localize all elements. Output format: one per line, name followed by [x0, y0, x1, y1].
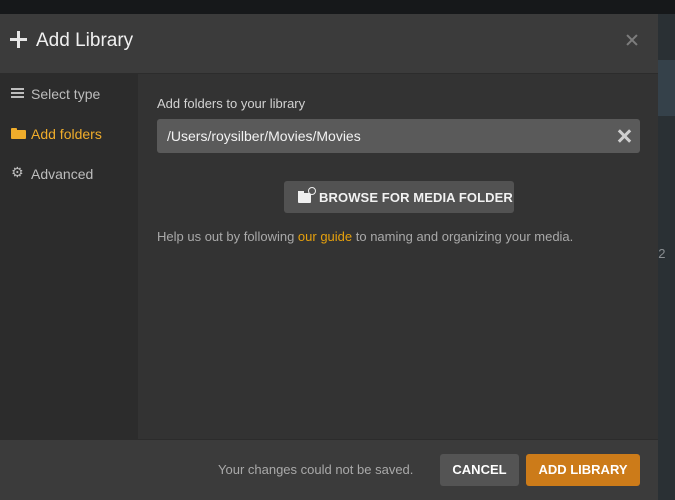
add-library-button-label: ADD LIBRARY: [538, 462, 628, 477]
sidebar-item-label: Add folders: [31, 126, 102, 142]
folders-field-label: Add folders to your library: [157, 96, 306, 111]
dialog-content: Add folders to your library BROWSE FOR M…: [138, 74, 658, 439]
add-folder-icon: [298, 187, 316, 204]
list-icon: [11, 87, 24, 100]
sidebar-item-advanced[interactable]: ⚙ Advanced: [0, 154, 138, 194]
dialog-header: Add Library: [0, 14, 658, 74]
sidebar-item-label: Select type: [31, 86, 101, 102]
sidebar-item-label: Advanced: [31, 166, 94, 182]
clear-path-icon[interactable]: [618, 129, 632, 143]
cancel-button-label: CANCEL: [452, 462, 507, 477]
folder-open-icon: [11, 127, 26, 140]
cancel-button[interactable]: CANCEL: [440, 454, 519, 486]
dialog-sidebar: Select type Add folders ⚙ Advanced: [0, 74, 138, 439]
help-text-suffix: to naming and organizing your media.: [352, 229, 574, 244]
help-text: Help us out by following our guide to na…: [157, 229, 573, 244]
backdrop-right-band: [658, 60, 675, 116]
backdrop-top-bar: [0, 0, 675, 14]
browse-media-folder-button[interactable]: BROWSE FOR MEDIA FOLDER: [284, 181, 514, 213]
save-error-message: Your changes could not be saved.: [218, 462, 414, 477]
dialog-footer: Your changes could not be saved. CANCEL …: [0, 439, 658, 500]
browse-button-label: BROWSE FOR MEDIA FOLDER: [319, 190, 513, 205]
dialog-title: Add Library: [36, 30, 134, 51]
sidebar-item-select-type[interactable]: Select type: [0, 74, 138, 114]
gear-icon: ⚙: [11, 165, 24, 181]
folder-path-input[interactable]: [157, 119, 640, 153]
close-icon[interactable]: [624, 32, 640, 48]
plus-icon: [10, 31, 27, 48]
add-library-button[interactable]: ADD LIBRARY: [526, 454, 640, 486]
sidebar-item-add-folders[interactable]: Add folders: [0, 114, 138, 154]
add-library-dialog: Add Library Select type Add folders ⚙ Ad…: [0, 14, 658, 500]
guide-link[interactable]: our guide: [298, 229, 352, 244]
help-text-prefix: Help us out by following: [157, 229, 298, 244]
